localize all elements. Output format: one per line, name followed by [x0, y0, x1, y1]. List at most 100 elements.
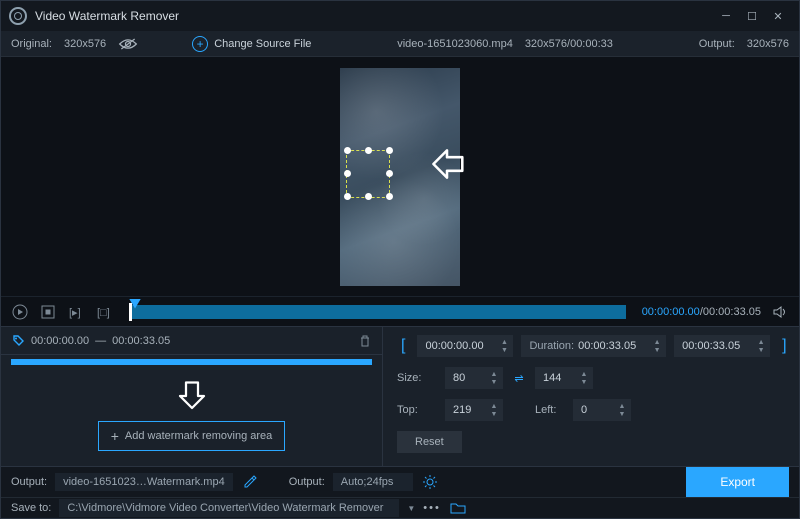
range-start-bracket[interactable]: [: [397, 337, 409, 355]
segment-icon: [11, 334, 25, 348]
svg-text:[▸]: [▸]: [69, 307, 81, 319]
plus-icon: +: [192, 36, 208, 52]
volume-button[interactable]: [771, 303, 789, 321]
spin-down[interactable]: ▼: [756, 347, 766, 354]
svg-text:[□]: [□]: [97, 307, 110, 319]
original-label: Original:: [11, 38, 52, 50]
minimize-button[interactable]: ─: [713, 3, 739, 29]
spin-down[interactable]: ▼: [579, 379, 589, 386]
watermark-selection-box[interactable]: [346, 150, 390, 198]
change-source-label: Change Source File: [214, 38, 311, 50]
left-input[interactable]: [581, 404, 613, 416]
left-label: Left:: [535, 404, 565, 416]
step-back-button[interactable]: [▸]: [67, 303, 85, 321]
output-settings-button[interactable]: [421, 473, 439, 491]
close-button[interactable]: ✕: [765, 3, 791, 29]
add-area-label: Add watermark removing area: [125, 430, 272, 442]
play-button[interactable]: [11, 303, 29, 321]
spin-down[interactable]: ▼: [617, 411, 627, 418]
range-end-bracket[interactable]: ]: [778, 337, 790, 355]
segment-end: 00:00:33.05: [112, 335, 170, 347]
resize-handle-s[interactable]: [365, 193, 372, 200]
spin-down[interactable]: ▼: [499, 347, 509, 354]
plus-icon: +: [111, 428, 119, 444]
save-to-label: Save to:: [11, 502, 51, 514]
output-dimensions: 320x576: [747, 38, 789, 50]
spin-up[interactable]: ▲: [499, 339, 509, 346]
height-field[interactable]: ▲▼: [535, 367, 593, 389]
segment-start: 00:00:00.00: [31, 335, 89, 347]
segments-panel: 00:00:00.00 — 00:00:33.05 + Add watermar…: [1, 327, 383, 466]
timeline-track[interactable]: [129, 305, 626, 319]
change-source-button[interactable]: + Change Source File: [192, 36, 311, 52]
spin-down[interactable]: ▼: [652, 347, 662, 354]
aspect-lock-icon[interactable]: ⇌: [511, 372, 527, 385]
preview-original-toggle[interactable]: [118, 37, 138, 51]
save-to-dropdown[interactable]: ▼: [407, 504, 415, 513]
info-bar: Original: 320x576 + Change Source File v…: [1, 31, 799, 57]
output-format-value: Auto;24fps: [333, 473, 413, 491]
resize-handle-w[interactable]: [344, 170, 351, 177]
output-file-label: Output:: [11, 476, 47, 488]
video-preview[interactable]: [1, 57, 799, 296]
size-label: Size:: [397, 372, 437, 384]
footer: Output: video-1651023…Watermark.mp4 Outp…: [1, 466, 799, 518]
output-format-label: Output:: [289, 476, 325, 488]
resize-handle-nw[interactable]: [344, 147, 351, 154]
top-input[interactable]: [453, 404, 485, 416]
resize-handle-n[interactable]: [365, 147, 372, 154]
resize-handle-e[interactable]: [386, 170, 393, 177]
arrow-down-icon: [177, 381, 207, 411]
delete-segment-button[interactable]: [358, 334, 372, 348]
range-start-field[interactable]: ▲▼: [417, 335, 513, 357]
spin-up[interactable]: ▲: [489, 403, 499, 410]
timeline-time: 00:00:00.00/00:00:33.05: [642, 306, 761, 318]
range-end-field[interactable]: ▲▼: [674, 335, 770, 357]
resize-handle-sw[interactable]: [344, 193, 351, 200]
resize-handle-se[interactable]: [386, 193, 393, 200]
stop-button[interactable]: [39, 303, 57, 321]
export-button[interactable]: Export: [686, 467, 789, 497]
source-dims-duration: 320x576/00:00:33: [525, 38, 613, 50]
playback-bar: [▸] [□] 00:00:00.00/00:00:33.05: [1, 296, 799, 326]
range-duration-input[interactable]: [578, 340, 648, 352]
top-field[interactable]: ▲▼: [445, 399, 503, 421]
timeline-playhead[interactable]: [129, 303, 132, 321]
range-end-input[interactable]: [682, 340, 752, 352]
maximize-button[interactable]: ☐: [739, 3, 765, 29]
reset-button[interactable]: Reset: [397, 431, 462, 453]
spin-up[interactable]: ▲: [579, 371, 589, 378]
add-watermark-area-button[interactable]: + Add watermark removing area: [98, 421, 286, 451]
open-folder-button[interactable]: [449, 499, 467, 517]
spin-down[interactable]: ▼: [489, 411, 499, 418]
position-row: Top: ▲▼ Left: ▲▼: [397, 399, 791, 421]
spin-up[interactable]: ▲: [617, 403, 627, 410]
spin-down[interactable]: ▼: [489, 379, 499, 386]
width-field[interactable]: ▲▼: [445, 367, 503, 389]
output-label: Output:: [699, 38, 735, 50]
left-field[interactable]: ▲▼: [573, 399, 631, 421]
settings-panels: 00:00:00.00 — 00:00:33.05 + Add watermar…: [1, 326, 799, 466]
step-forward-button[interactable]: [□]: [95, 303, 113, 321]
size-row: Size: ▲▼ ⇌ ▲▼: [397, 367, 791, 389]
resize-handle-ne[interactable]: [386, 147, 393, 154]
source-filename: video-1651023060.mp4: [397, 38, 513, 50]
spin-up[interactable]: ▲: [756, 339, 766, 346]
app-logo-icon: [9, 7, 27, 25]
spin-up[interactable]: ▲: [652, 339, 662, 346]
range-start-input[interactable]: [425, 340, 495, 352]
output-filename: video-1651023…Watermark.mp4: [55, 473, 233, 491]
original-dimensions: 320x576: [64, 38, 106, 50]
app-title: Video Watermark Remover: [35, 9, 713, 23]
time-range-row: [ ▲▼ Duration:▲▼ ▲▼ ]: [397, 335, 791, 357]
browse-folder-button[interactable]: •••: [423, 502, 441, 514]
width-input[interactable]: [453, 372, 485, 384]
properties-panel: [ ▲▼ Duration:▲▼ ▲▼ ] Size: ▲▼ ⇌ ▲▼ Top:…: [383, 327, 800, 466]
height-input[interactable]: [543, 372, 575, 384]
segment-header: 00:00:00.00 — 00:00:33.05: [1, 327, 382, 355]
edit-output-name-button[interactable]: [241, 473, 259, 491]
spin-up[interactable]: ▲: [489, 371, 499, 378]
segment-sep: —: [95, 335, 106, 347]
range-duration-field[interactable]: Duration: ▲▼: [521, 335, 666, 357]
duration-label: Duration:: [529, 340, 574, 352]
